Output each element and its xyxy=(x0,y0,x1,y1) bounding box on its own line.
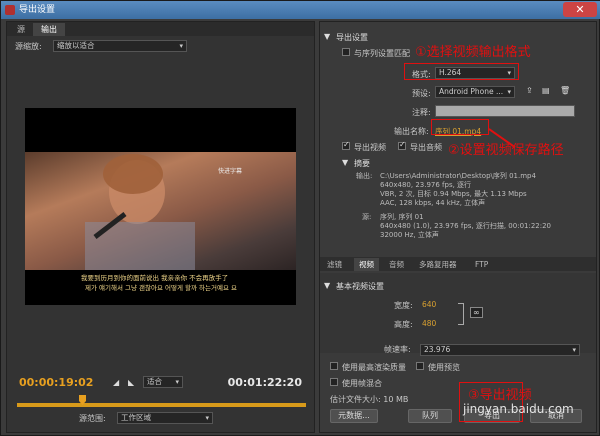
source-output-tabs: 源 输出 xyxy=(7,22,314,36)
annotation-step-1: ①选择视频输出格式 xyxy=(415,45,531,60)
frame-blend-checkbox[interactable] xyxy=(330,378,338,386)
format-highlight-box xyxy=(404,63,519,80)
comment-input[interactable] xyxy=(435,105,575,117)
basic-video-title: 基本视频设置 xyxy=(336,282,384,291)
annotation-step-2: ②设置视频保存路径 xyxy=(448,143,564,158)
export-audio-label: 导出音频 xyxy=(410,143,442,152)
summary-output-line: C:\Users\Administrator\Desktop\序列 01.mp4 xyxy=(380,172,536,180)
queue-button[interactable]: 队列 xyxy=(408,409,452,423)
set-in-icon[interactable]: ◢ xyxy=(113,378,119,387)
height-value[interactable]: 480 xyxy=(422,319,436,328)
source-scale-label: 源缩放: xyxy=(15,42,42,51)
tab-video[interactable]: 视频 xyxy=(354,258,379,271)
width-value[interactable]: 640 xyxy=(422,300,436,309)
framerate-label: 帧速率: xyxy=(384,345,411,354)
tab-ftp[interactable]: FTP xyxy=(470,258,493,271)
import-preset-icon[interactable]: ▤ xyxy=(542,86,550,95)
chevron-down-icon: ▾ xyxy=(507,88,511,96)
close-button[interactable]: ✕ xyxy=(563,2,597,17)
file-size-text: 估计文件大小: 10 MB xyxy=(330,395,409,404)
source-range-select[interactable]: 工作区域 ▾ xyxy=(117,412,213,424)
left-panel: 源 输出 源缩放: 缩放以适合 ▾ 快进字幕 我要到历月到你的面前说出 我亲亲你 … xyxy=(6,21,315,433)
basic-triangle-icon[interactable]: ▼ xyxy=(324,281,330,290)
source-scale-select[interactable]: 缩放以适合 ▾ xyxy=(53,40,187,52)
timeline-bar[interactable] xyxy=(17,403,306,407)
export-settings-window: 导出设置 ✕ 源 输出 源缩放: 缩放以适合 ▾ 快进字幕 我要到历月到你的面前… xyxy=(0,0,600,436)
summary-source-line: 32000 Hz, 立体声 xyxy=(380,231,439,239)
current-timecode[interactable]: 00:00:19:02 xyxy=(19,376,93,389)
summary-output-label: 输出: xyxy=(356,172,373,180)
video-watermark: 快进字幕 xyxy=(218,168,243,175)
max-render-label: 使用最高渲染质量 xyxy=(342,363,406,372)
window-title: 导出设置 xyxy=(19,5,56,15)
site-watermark: jingyan.baidu.com xyxy=(463,402,574,416)
chevron-down-icon: ▾ xyxy=(572,346,576,354)
export-settings-title: 导出设置 xyxy=(336,33,368,42)
summary-output-line: VBR, 2 次, 目标 0.94 Mbps, 最大 1.13 Mbps xyxy=(380,190,527,198)
output-name-highlight-box xyxy=(431,119,489,135)
collapse-triangle-icon[interactable]: ▼ xyxy=(324,32,330,41)
chevron-down-icon: ▾ xyxy=(179,42,183,50)
tab-multiplexer[interactable]: 多路复用器 xyxy=(414,258,462,271)
use-preview-checkbox[interactable] xyxy=(416,362,424,370)
summary-title: 摘要 xyxy=(354,159,370,168)
summary-source-label: 源: xyxy=(362,213,372,221)
preset-select[interactable]: Android Phone ... ▾ xyxy=(435,86,515,98)
match-sequence-checkbox[interactable] xyxy=(342,48,350,56)
use-preview-label: 使用预览 xyxy=(428,363,460,372)
subtitle-line-1: 我要到历月到你的面前说出 我亲亲你 不会再放手了 xyxy=(81,274,229,282)
summary-output-line: AAC, 128 kbps, 44 kHz, 立体声 xyxy=(380,199,486,207)
duration-timecode: 00:01:22:20 xyxy=(227,376,302,389)
right-panel: ▼ 导出设置 与序列设置匹配 格式: H.264 ▾ 预设: Android Ph… xyxy=(319,21,597,433)
framerate-select[interactable]: 23.976 ▾ xyxy=(420,344,580,356)
aspect-bracket xyxy=(458,303,464,325)
chevron-down-icon: ▾ xyxy=(205,414,209,422)
width-label: 宽度: xyxy=(394,301,413,310)
tab-output[interactable]: 输出 xyxy=(33,23,65,36)
tab-source[interactable]: 源 xyxy=(9,23,33,36)
delete-preset-icon[interactable]: 🗑 xyxy=(560,86,570,95)
fit-select[interactable]: 适合 ▾ xyxy=(143,376,183,388)
export-video-checkbox[interactable] xyxy=(342,140,350,150)
frame-blend-label: 使用帧混合 xyxy=(342,379,382,388)
save-preset-icon[interactable]: ⇪ xyxy=(526,86,533,95)
annotation-step-3: ③导出视频 xyxy=(468,388,532,403)
performer-image xyxy=(85,154,195,270)
subtitle-line-2: 제가 얘기해서 그냥 괜찮아요 어떻게 할까 하는거예요 요 xyxy=(85,284,238,292)
match-sequence-label: 与序列设置匹配 xyxy=(354,49,410,58)
metadata-button[interactable]: 元数据... xyxy=(330,409,378,423)
preset-label: 预设: xyxy=(412,89,431,98)
summary-source-line: 640x480 (1.0), 23.976 fps, 逐行扫描, 00:01:2… xyxy=(380,222,552,230)
comment-label: 注释: xyxy=(412,108,431,117)
set-out-icon[interactable]: ◣ xyxy=(128,378,134,387)
output-name-label: 输出名称: xyxy=(394,127,429,136)
title-bar: 导出设置 ✕ xyxy=(1,1,600,19)
chevron-down-icon: ▾ xyxy=(175,378,179,386)
export-audio-checkbox[interactable] xyxy=(398,140,406,150)
height-label: 高度: xyxy=(394,320,413,329)
basic-video-settings: ▼ 基本视频设置 宽度: 640 高度: 480 ∞ 帧速率: xyxy=(320,273,596,354)
app-icon xyxy=(5,5,15,15)
chain-link-icon[interactable]: ∞ xyxy=(470,307,483,318)
tab-filters[interactable]: 滤镜 xyxy=(322,258,347,271)
max-render-checkbox[interactable] xyxy=(330,362,338,370)
tab-audio[interactable]: 音频 xyxy=(384,258,409,271)
scale-row: 源缩放: 缩放以适合 ▾ xyxy=(7,38,314,54)
export-video-label: 导出视频 xyxy=(354,143,386,152)
video-frame-image xyxy=(25,152,296,270)
source-range-label: 源范围: xyxy=(79,414,106,423)
summary-triangle-icon[interactable]: ▼ xyxy=(342,158,348,167)
video-preview: 快进字幕 我要到历月到你的面前说出 我亲亲你 不会再放手了 제가 얘기해서 그냥… xyxy=(25,108,296,305)
summary-output-line: 640x480, 23.976 fps, 逐行 xyxy=(380,181,472,189)
settings-tabs: 滤镜 视频 音频 多路复用器 FTP xyxy=(320,257,596,271)
summary-source-line: 序列, 序列 01 xyxy=(380,213,424,221)
